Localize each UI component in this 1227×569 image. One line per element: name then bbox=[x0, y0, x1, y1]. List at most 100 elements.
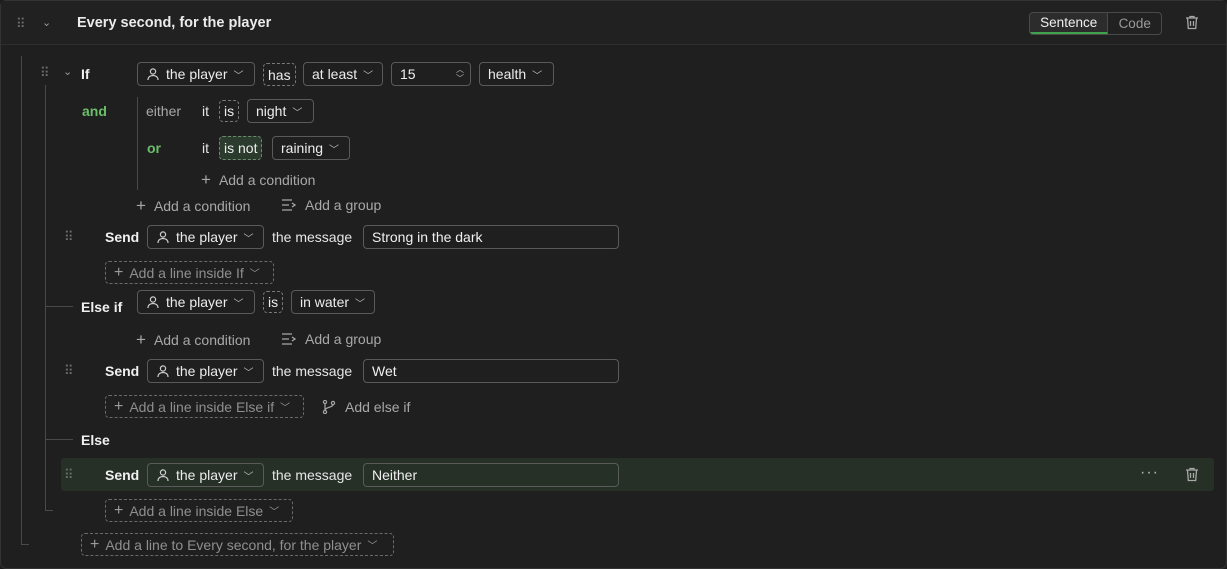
else-if-add-condition-button[interactable]: + Add a condition bbox=[136, 331, 250, 348]
if-add-condition-button[interactable]: + Add a condition bbox=[136, 197, 250, 214]
add-line-to-event-button[interactable]: + Add a line to Every second, for the pl… bbox=[81, 533, 394, 556]
else-line-target-label: the player bbox=[176, 467, 238, 483]
chevron-down-icon: ﹀ bbox=[243, 471, 254, 483]
if-value-stepper[interactable]: 15 ︿ ﹀ bbox=[391, 62, 471, 86]
person-icon bbox=[146, 295, 160, 309]
else-if-target-label: the player bbox=[166, 294, 228, 310]
and-connector: and bbox=[82, 103, 107, 119]
else-if-add-group-button[interactable]: Add a group bbox=[281, 331, 381, 347]
if-add-group-button[interactable]: Add a group bbox=[281, 197, 381, 213]
line-drag-handle-icon[interactable]: ⠿ bbox=[64, 230, 73, 243]
person-icon bbox=[156, 230, 170, 244]
if-attribute-select[interactable]: health ﹀ bbox=[479, 62, 554, 86]
chevron-down-icon: ﹀ bbox=[243, 367, 254, 379]
if-message-input[interactable]: Strong in the dark bbox=[363, 225, 619, 249]
add-group-icon bbox=[281, 198, 297, 212]
chevron-down-icon: ﹀ bbox=[292, 107, 303, 119]
group-cond1-value: night bbox=[256, 103, 287, 119]
if-line-connector: the message bbox=[272, 229, 353, 245]
chevron-down-icon: ﹀ bbox=[249, 269, 260, 280]
chevron-down-icon: ﹀ bbox=[532, 70, 543, 82]
chevron-down-icon: ﹀ bbox=[363, 70, 374, 82]
if-value: 15 bbox=[400, 66, 416, 82]
chevron-down-icon: ﹀ bbox=[269, 507, 280, 518]
else-message-value: Neither bbox=[372, 467, 418, 483]
branch-icon bbox=[321, 399, 337, 415]
drag-handle-icon[interactable]: ⠿ bbox=[16, 17, 25, 30]
group-add-condition-button[interactable]: + Add a condition bbox=[201, 171, 315, 188]
group-cond2-value-select[interactable]: raining ﹀ bbox=[272, 136, 350, 160]
chevron-down-icon: ﹀ bbox=[355, 298, 366, 310]
tab-sentence[interactable]: Sentence bbox=[1030, 13, 1109, 34]
more-options-icon[interactable]: ··· bbox=[1140, 464, 1159, 482]
group-add-condition-label: Add a condition bbox=[218, 171, 316, 188]
if-add-condition-label: Add a condition bbox=[153, 197, 251, 214]
add-line-inside-else-button[interactable]: + Add a line inside Else ﹀ bbox=[105, 499, 293, 522]
group-cond1-subject: it bbox=[202, 103, 209, 119]
group-cond1-verb[interactable]: is bbox=[219, 100, 240, 122]
mode-toggle[interactable]: Sentence Code bbox=[1029, 12, 1162, 35]
either-label: either bbox=[146, 103, 182, 119]
line-drag-handle-icon[interactable]: ⠿ bbox=[64, 364, 73, 377]
add-line-to-event-label: Add a line to Every second, for the play… bbox=[105, 536, 362, 553]
if-target-select[interactable]: the player ﹀ bbox=[137, 62, 255, 86]
if-comparator-select[interactable]: at least ﹀ bbox=[303, 62, 383, 86]
plus-icon: + bbox=[114, 501, 124, 519]
if-keyword: If bbox=[81, 66, 90, 82]
else-if-value-label: in water bbox=[300, 294, 350, 310]
else-if-value-select[interactable]: in water ﹀ bbox=[291, 290, 375, 314]
if-message-value: Strong in the dark bbox=[372, 229, 483, 245]
group-cond2-verb[interactable]: is not bbox=[219, 136, 263, 160]
delete-event-trash-icon[interactable] bbox=[1185, 15, 1199, 30]
tree-branch-else-if bbox=[45, 306, 73, 307]
group-cond2-value: raining bbox=[281, 140, 324, 156]
add-group-icon bbox=[281, 332, 297, 346]
tree-line-outer bbox=[21, 56, 22, 544]
if-line-target-label: the player bbox=[176, 229, 238, 245]
chevron-down-icon: ﹀ bbox=[233, 70, 244, 82]
if-verb-token[interactable]: has bbox=[263, 63, 296, 86]
else-if-line-target-select[interactable]: the player ﹀ bbox=[147, 359, 264, 383]
chevron-down-icon: ﹀ bbox=[243, 233, 254, 245]
if-line-target-select[interactable]: the player ﹀ bbox=[147, 225, 264, 249]
else-if-keyword: Else if bbox=[81, 299, 123, 315]
add-line-inside-if-label: Add a line inside If bbox=[129, 264, 244, 281]
delete-line-trash-icon[interactable] bbox=[1185, 467, 1199, 482]
add-line-inside-else-if-button[interactable]: + Add a line inside Else if ﹀ bbox=[105, 395, 304, 418]
else-line-connector: the message bbox=[272, 467, 353, 483]
plus-icon: + bbox=[90, 535, 100, 553]
group-cond1-value-select[interactable]: night ﹀ bbox=[247, 99, 314, 123]
chevron-down-icon: ﹀ bbox=[233, 298, 244, 310]
if-collapse-chevron-icon[interactable]: ⌄ bbox=[63, 65, 72, 78]
else-message-input[interactable]: Neither bbox=[363, 463, 619, 487]
else-if-verb-token[interactable]: is bbox=[263, 291, 284, 313]
or-connector: or bbox=[147, 140, 161, 156]
else-if-line-action: Send bbox=[105, 363, 140, 379]
if-drag-handle-icon[interactable]: ⠿ bbox=[40, 66, 49, 79]
line-drag-handle-icon[interactable]: ⠿ bbox=[64, 468, 73, 481]
if-target-label: the player bbox=[166, 66, 228, 82]
tree-branch-else bbox=[45, 439, 73, 440]
collapse-chevron-icon[interactable]: ⌄ bbox=[42, 16, 51, 29]
if-comparator-label: at least bbox=[312, 66, 358, 82]
else-if-message-value: Wet bbox=[372, 363, 397, 379]
if-attribute-label: health bbox=[488, 66, 527, 82]
else-if-target-select[interactable]: the player ﹀ bbox=[137, 290, 255, 314]
stepper-arrows-icon[interactable]: ︿ ﹀ bbox=[456, 65, 464, 83]
plus-icon: + bbox=[114, 397, 124, 415]
else-if-line-connector: the message bbox=[272, 363, 353, 379]
else-keyword: Else bbox=[81, 432, 110, 448]
else-line-target-select[interactable]: the player ﹀ bbox=[147, 463, 264, 487]
else-if-add-condition-label: Add a condition bbox=[153, 331, 251, 348]
chevron-down-icon: ﹀ bbox=[280, 403, 291, 414]
add-line-inside-if-button[interactable]: + Add a line inside If ﹀ bbox=[105, 261, 274, 284]
add-else-if-button[interactable]: Add else if bbox=[321, 399, 410, 415]
if-line-action: Send bbox=[105, 229, 140, 245]
tab-code[interactable]: Code bbox=[1108, 13, 1161, 34]
group-bracket-line bbox=[137, 97, 138, 190]
add-line-inside-else-label: Add a line inside Else bbox=[129, 502, 264, 519]
else-if-message-input[interactable]: Wet bbox=[363, 359, 619, 383]
tree-line-if bbox=[45, 85, 46, 510]
person-icon bbox=[156, 468, 170, 482]
else-if-add-group-label: Add a group bbox=[305, 331, 382, 347]
